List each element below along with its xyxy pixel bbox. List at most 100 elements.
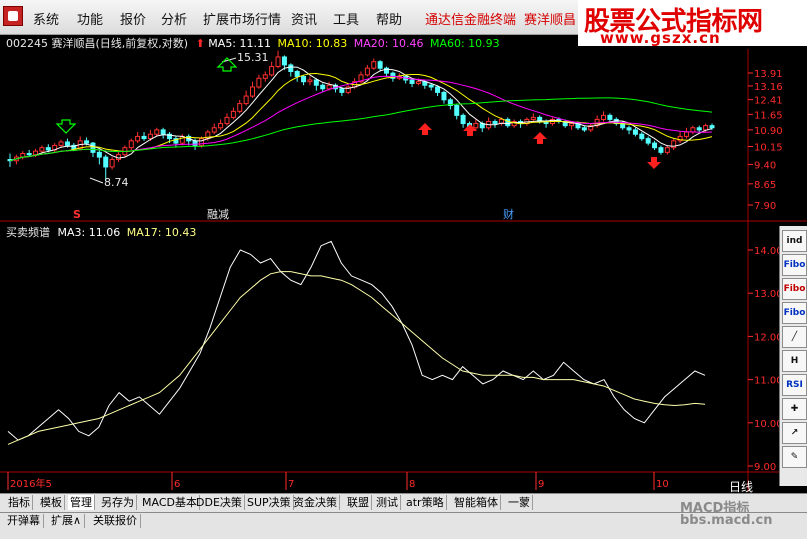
candle	[288, 63, 294, 77]
candle	[492, 119, 498, 128]
ma17-line	[7, 271, 706, 445]
tab-alliance[interactable]: 联盟	[345, 495, 372, 510]
candle	[250, 81, 256, 98]
date-tick: 10	[656, 479, 669, 490]
tab-atr-strategy[interactable]: atr策略	[404, 495, 447, 510]
tab-fund-decision[interactable]: 资金决策	[291, 495, 340, 510]
candle	[371, 58, 377, 70]
candle	[652, 140, 658, 151]
sidebar-fibo-button-3[interactable]: Fibo	[782, 302, 807, 324]
candle	[626, 125, 632, 135]
price-tick: 7.90	[754, 201, 776, 212]
candle	[211, 123, 217, 135]
candle	[224, 113, 230, 126]
red-up-arrow-icons	[418, 123, 661, 169]
red-up-arrow-icon	[418, 123, 432, 135]
tab-sup-decision[interactable]: SUP决策	[245, 495, 294, 510]
candle	[683, 127, 689, 139]
sidebar-fibo-button-2[interactable]: Fibo	[782, 278, 807, 300]
tab-test[interactable]: 测试	[374, 495, 401, 510]
candle	[607, 113, 613, 122]
candle	[345, 85, 351, 95]
date-tick: 6	[174, 479, 180, 490]
candle	[301, 74, 307, 86]
candle	[454, 103, 460, 120]
price-axis: 13.91 13.16 12.41 11.65 10.90 10.15 9.40 8.65 7.…	[748, 69, 783, 212]
candle	[307, 76, 313, 86]
candle	[671, 138, 677, 151]
watermark-url: www.gszx.cn	[600, 29, 721, 47]
candle	[237, 99, 243, 114]
sidebar-rsi-button[interactable]: RSI	[782, 374, 807, 396]
related-quotes-button[interactable]: 关联报价	[90, 514, 141, 528]
sidebar-h-button[interactable]: H	[782, 350, 807, 372]
candle	[262, 71, 268, 82]
candle	[505, 117, 511, 128]
candle	[696, 125, 702, 133]
tab-save-as[interactable]: 另存为	[99, 495, 137, 510]
candle	[588, 123, 594, 133]
candle	[154, 127, 160, 137]
candle	[447, 97, 453, 110]
candle	[632, 127, 638, 137]
price-tick: 12.41	[754, 96, 783, 107]
tab-smart-box[interactable]: 智能箱体	[452, 495, 501, 510]
red-up-arrow-icon	[533, 132, 547, 144]
tab-manage[interactable]: 管理	[68, 495, 95, 510]
candle	[218, 119, 224, 130]
tab-indicator[interactable]: 指标	[6, 495, 33, 510]
low-price-label: 8.74	[104, 176, 129, 189]
candle	[677, 132, 683, 144]
moving-average-lines	[9, 66, 713, 162]
expand-button[interactable]: 扩展∧	[48, 514, 86, 528]
candle	[486, 117, 492, 130]
price-tick: 9.40	[754, 160, 776, 171]
marker-s: S	[73, 208, 81, 221]
stock-chart[interactable]: 13.91 13.16 12.41 11.65 10.90 10.15 9.40 8.65 7.…	[0, 0, 807, 538]
sidebar-draw-tool-icon[interactable]: ╱	[782, 326, 807, 348]
tab-yimeng[interactable]: 一蒙	[506, 495, 533, 510]
tab-template[interactable]: 模板	[38, 495, 65, 510]
candle	[186, 134, 192, 146]
tab-dde-decision[interactable]: DDE决策	[194, 495, 245, 510]
candle	[128, 138, 134, 151]
macd-watermark-url: bbs.macd.cn	[680, 513, 773, 528]
price-tick: 13.16	[754, 82, 783, 93]
candle	[613, 117, 619, 126]
candle	[530, 113, 536, 122]
price-tick: 8.65	[754, 180, 776, 191]
candle	[275, 50, 281, 69]
sidebar-ind-button[interactable]: ind	[782, 230, 807, 252]
price-tick: 10.90	[754, 126, 783, 137]
candle	[109, 157, 115, 170]
candle	[230, 107, 236, 120]
sidebar-fibo-button-1[interactable]: Fibo	[782, 254, 807, 276]
site-watermark: 股票公式指标网 www.gszx.cn	[578, 0, 807, 47]
candle	[441, 90, 447, 104]
ma60-line	[9, 97, 713, 162]
high-price-label: 15.31	[237, 51, 269, 64]
candle	[639, 132, 645, 141]
sidebar-cross-icon[interactable]: ✚	[782, 398, 807, 420]
date-tick: 2016年5	[10, 477, 52, 490]
marker-margin: 融减	[207, 208, 229, 221]
candle	[664, 145, 670, 155]
candle	[601, 111, 607, 122]
sidebar-arrow-icon[interactable]: ↗	[782, 422, 807, 444]
candlestick-series	[7, 50, 715, 182]
candle	[473, 119, 479, 130]
price-tick: 10.15	[754, 143, 783, 154]
candle	[96, 150, 102, 165]
danmaku-button[interactable]: 开弹幕	[4, 514, 44, 528]
indicator-lines	[7, 240, 706, 445]
candle	[52, 143, 58, 153]
sidebar-pen-icon[interactable]: ✎	[782, 446, 807, 468]
price-tick: 13.91	[754, 69, 783, 80]
candle	[645, 136, 651, 146]
candle	[141, 132, 147, 141]
price-tick: 11.65	[754, 110, 783, 121]
tab-macd-basic[interactable]: MACD基本	[140, 495, 200, 510]
date-tick: 8	[409, 479, 415, 490]
candle	[243, 90, 249, 106]
buy-signal-icon	[55, 119, 77, 134]
